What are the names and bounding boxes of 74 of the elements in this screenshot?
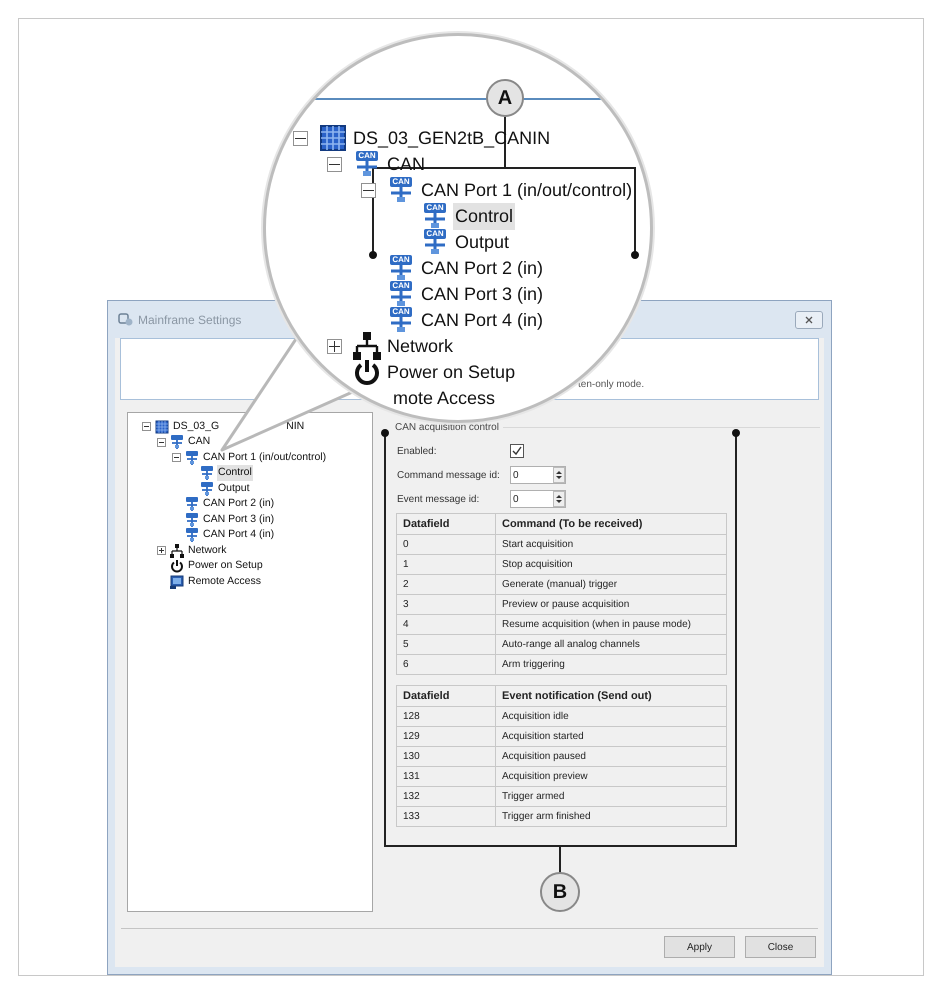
number-spinner[interactable]: 0 [510,490,566,508]
tree-item[interactable]: Network [187,542,228,559]
tree-item[interactable]: CAN Port 1 (in/out/control) [202,450,328,466]
network-icon [353,332,381,360]
network-icon [170,544,184,558]
tree-item[interactable]: mote Access [391,384,498,412]
close-icon [805,316,813,324]
tree-item[interactable]: Power on Setup [187,558,264,574]
icon-label: CAN [424,203,446,213]
network-node-icon [185,528,199,542]
network-node-icon [185,512,199,527]
network-node-icon [185,497,199,512]
tree-item-text: NIN [286,418,304,434]
icon-label: CAN [390,255,412,265]
collapse-icon[interactable] [361,182,376,198]
expand-icon[interactable] [327,338,342,354]
spin-arrows-icon[interactable] [553,491,565,507]
tree-item[interactable]: Remote Access [187,574,262,590]
icon-label: CAN [390,307,412,317]
tree-item[interactable]: CAN Port 2 (in) [202,496,276,512]
connector-icon [388,187,414,202]
window-title: Mainframe Settings [138,312,242,328]
tree-item[interactable]: CAN Port 3 (in) [419,280,546,308]
tree-item[interactable]: Control [453,202,516,230]
info-text: ten-only mode. [578,379,644,390]
collapse-icon[interactable] [172,453,181,462]
tree-item[interactable]: CAN Port 3 (in) [202,512,276,528]
monitor-icon [170,574,184,589]
grid-icon [155,420,169,434]
collapse-icon[interactable] [327,156,342,172]
close-button[interactable] [795,310,823,328]
tree-item[interactable]: Output [453,228,512,256]
icon-label: CAN [424,229,446,239]
network-node-icon [185,450,199,465]
tree-item[interactable]: Network [385,332,456,360]
tree-item[interactable]: CAN Port 2 (in) [419,254,546,282]
power-icon [353,358,381,386]
icon-label: CAN [390,177,412,187]
network-node-icon [200,482,214,496]
network-node-icon [170,435,184,450]
callout-marker: A [486,79,524,117]
connector-icon [388,317,414,332]
tree-item[interactable]: Power on Setup [385,358,518,386]
connector-icon [388,265,414,280]
connector-icon [388,291,414,306]
tree-item[interactable]: DS_03_G [172,418,220,435]
collapse-icon[interactable] [142,422,151,432]
tree-item[interactable]: CAN [187,434,212,450]
field-label: Event message id: [397,492,480,506]
tree-item[interactable]: CAN Port 4 (in) [202,527,276,544]
collapse-icon[interactable] [157,438,166,447]
checkbox[interactable] [510,444,524,458]
field-label: Command message id: [397,468,501,482]
icon-label: CAN [356,151,378,161]
app-icon [118,312,134,326]
dialog-button[interactable]: Apply [664,936,735,958]
group-title: CAN acquisition control [395,420,499,434]
network-node-icon [200,466,214,480]
icon-label: CAN [390,281,412,291]
number-spinner[interactable]: 0 [510,466,566,484]
connector-icon [354,161,380,176]
power-icon [170,559,184,574]
grid-icon [319,124,347,152]
dialog-button[interactable]: Close [745,936,816,958]
connector-icon [422,239,448,254]
field-label: Enabled: [397,444,438,458]
tree-item[interactable]: CAN Port 4 (in) [419,306,546,334]
tree-item[interactable]: CAN Port 1 (in/out/control) [419,176,634,204]
expand-icon[interactable] [157,546,166,556]
spin-arrows-icon[interactable] [553,467,565,483]
tree-item[interactable]: Output [217,480,251,497]
connector-icon [422,213,448,228]
collapse-icon[interactable] [293,130,308,146]
tree-item[interactable]: Control [217,465,253,482]
